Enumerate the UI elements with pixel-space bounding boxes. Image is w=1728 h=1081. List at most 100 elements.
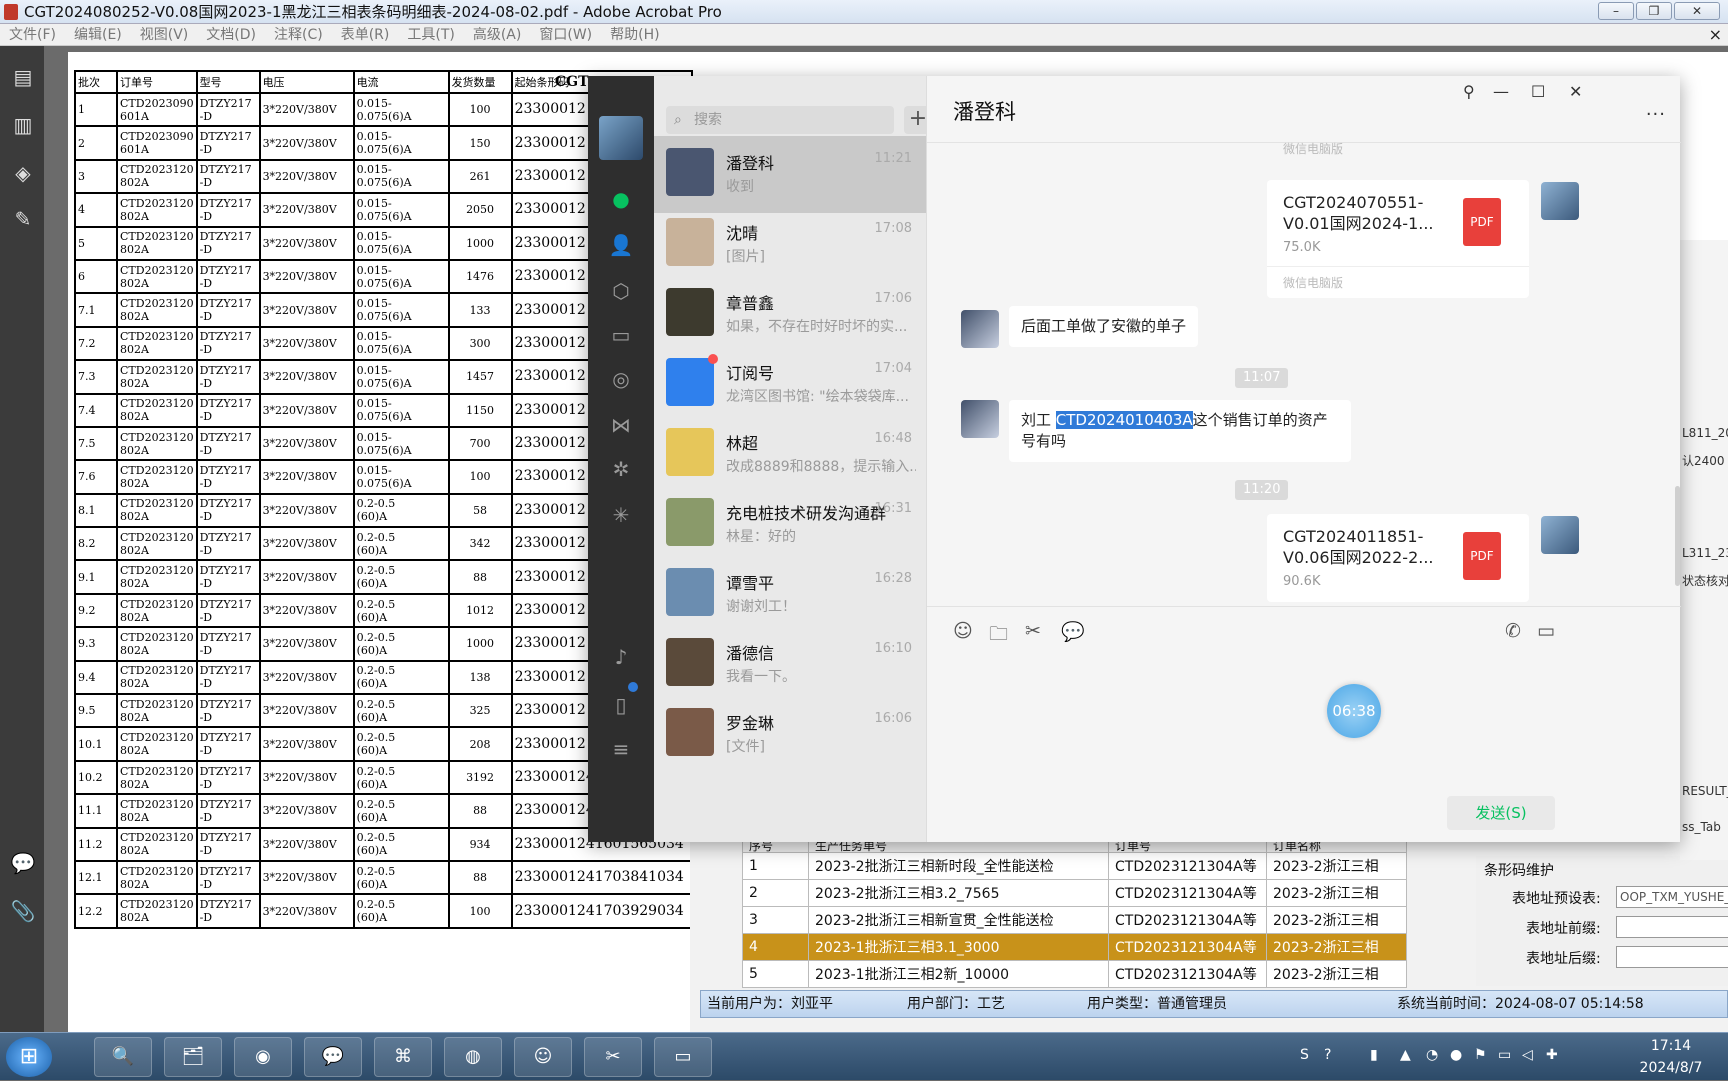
menu-view[interactable]: 视图(V)	[131, 24, 198, 46]
my-avatar[interactable]	[599, 116, 643, 160]
user-app-icon[interactable]: ☺	[514, 1037, 572, 1077]
table-row[interactable]: 4 2023-1批浙江三相3.1_3000 CTD2023121304A等 2023-…	[742, 933, 1407, 961]
taskbar: ⊞ 🔍 🗂 ◉ 💬 ⌘ ◍ ☺ ✂ ▭ S ? ▮ ▲ ◔ ● ⚑ ▭ ◁ ✚ …	[0, 1032, 1728, 1080]
wechat-taskbar-icon[interactable]: 💬	[304, 1037, 362, 1077]
menu-document[interactable]: 文档(D)	[197, 24, 265, 46]
table-row[interactable]: 2 2023-2批浙江三相3.2_7565 CTD2023121304A等 2023-…	[742, 879, 1407, 907]
clock[interactable]: 17:14 2024/8/7	[1626, 1035, 1716, 1079]
risesun-app-icon[interactable]: ◍	[444, 1037, 502, 1077]
cell-quantity: 261	[447, 158, 513, 195]
chat-history-icon[interactable]: 💬	[1061, 620, 1085, 643]
conversation-item[interactable]: 沈晴 17:08 [图片]	[654, 206, 926, 283]
minimize-button[interactable]: –	[1598, 2, 1634, 20]
wc-minimize-button[interactable]: —	[1493, 82, 1509, 101]
conversation-item[interactable]: 潘登科 11:21 收到	[654, 136, 926, 213]
battery-icon[interactable]: ▮	[1370, 1047, 1378, 1063]
menu-advanced[interactable]: 高级(A)	[464, 24, 531, 46]
my-avatar[interactable]	[1541, 182, 1579, 220]
file-card[interactable]: CGT2024070551-V0.01国网2024-1... 75.0K PDF…	[1267, 180, 1529, 298]
menu-tools[interactable]: 工具(T)	[398, 24, 463, 46]
conversation-item[interactable]: 谭雪平 16:28 谢谢刘工！	[654, 556, 926, 633]
chrome-icon[interactable]: ◉	[234, 1037, 292, 1077]
start-button[interactable]: ⊞	[6, 1037, 52, 1077]
phone-badge	[628, 682, 638, 692]
voice-call-icon[interactable]: ✆	[1505, 620, 1521, 642]
cell-model: DTZY217 -D	[195, 459, 261, 495]
chats-icon[interactable]: ●	[608, 186, 634, 212]
maximize-button[interactable]: ❐	[1636, 2, 1672, 20]
table-row[interactable]: 3 2023-2批浙江三相新宣贯_全性能送检 CTD2023121304A等 2023…	[742, 906, 1407, 934]
update-icon[interactable]: ✚	[1546, 1047, 1558, 1063]
conversation-item[interactable]: 充电桩技术研发沟通群 16:31 林星：好的	[654, 486, 926, 563]
volume-icon[interactable]: ◁	[1522, 1047, 1533, 1063]
cell-model: DTZY217 -D	[195, 726, 261, 762]
layers-icon[interactable]: ◈	[10, 160, 36, 186]
network-icon[interactable]: ◔	[1426, 1047, 1438, 1063]
menu-file[interactable]: 文件(F)	[0, 24, 65, 46]
cell-model: DTZY217 -D	[195, 859, 261, 896]
recording-timer[interactable]: 06:38	[1327, 684, 1381, 738]
send-button[interactable]: 发送(S)	[1447, 796, 1555, 830]
menu-window[interactable]: 窗口(W)	[530, 24, 601, 46]
table-row[interactable]: 5 2023-1批浙江三相2新_10000 CTD2023121304A等 2023-…	[742, 960, 1407, 988]
doc-close-icon[interactable]: ×	[1709, 24, 1722, 46]
suffix-input[interactable]	[1616, 946, 1728, 968]
menu-forms[interactable]: 表单(R)	[332, 24, 399, 46]
search-feature-icon[interactable]: ✲	[608, 456, 634, 482]
menu-icon[interactable]: ≡	[608, 736, 634, 762]
conversation-item[interactable]: 潘德信 16:10 我看一下。	[654, 626, 926, 703]
emoji-icon[interactable]: ☺	[953, 620, 973, 642]
chat-app-icon[interactable]: ▭	[654, 1037, 712, 1077]
games-icon[interactable]: ✳	[608, 502, 634, 528]
pin-icon[interactable]: ⚲	[1463, 82, 1475, 101]
pages-icon[interactable]: ▤	[10, 64, 36, 90]
search-input[interactable]: ⌕ 搜索	[666, 106, 894, 134]
wechat-tray-icon[interactable]: ●	[1450, 1047, 1462, 1063]
cell-batch: 9.5	[74, 693, 118, 729]
chat-scrollbar[interactable]	[1675, 486, 1680, 586]
conversation-item[interactable]: 罗金琳 16:06 [文件]	[654, 696, 926, 773]
cell-order: CTD2023090 601A	[116, 91, 198, 128]
table-row[interactable]: 1 2023-2批浙江三相新时段_全性能送检 CTD2023121304A等 2023…	[742, 852, 1407, 880]
bookmarks-icon[interactable]: ▥	[10, 112, 36, 138]
search-app-icon[interactable]: 🔍	[94, 1037, 152, 1077]
moments-icon[interactable]: ◎	[608, 366, 634, 392]
input-method-icon[interactable]: S	[1300, 1047, 1309, 1063]
music-icon[interactable]: ♪	[608, 644, 634, 670]
show-hidden-icon[interactable]: ▲	[1400, 1047, 1411, 1063]
mini-program-icon[interactable]: ⬡	[608, 278, 634, 304]
channels-icon[interactable]: ⋈	[608, 412, 634, 438]
conversation-item[interactable]: 林超 16:48 改成8889和8888，提示输入...	[654, 416, 926, 493]
attachments-icon[interactable]: 📎	[10, 898, 36, 924]
help-icon[interactable]: ?	[1324, 1047, 1331, 1063]
comments-icon[interactable]: 💬	[10, 850, 36, 876]
phone-icon[interactable]: ▯	[608, 692, 634, 718]
tools-app-icon[interactable]: ✂	[584, 1037, 642, 1077]
files-icon[interactable]: ▭	[608, 322, 634, 348]
conversation-item[interactable]: 订阅号 17:04 龙湾区图书馆: "绘本袋袋库...	[654, 346, 926, 423]
folder-icon[interactable]: 🗀	[989, 620, 1008, 652]
menu-comments[interactable]: 注释(C)	[265, 24, 332, 46]
wc-maximize-button[interactable]: ☐	[1531, 82, 1545, 101]
my-avatar[interactable]	[1541, 516, 1579, 554]
close-button[interactable]: ✕	[1674, 2, 1720, 20]
cell-quantity: 100	[447, 91, 513, 128]
more-button[interactable]: ···	[1646, 104, 1666, 125]
acrobat-taskbar-icon[interactable]: ⌘	[374, 1037, 432, 1077]
menu-help[interactable]: 帮助(H)	[601, 24, 668, 46]
screenshot-icon[interactable]: ✂	[1025, 620, 1041, 642]
menu-edit[interactable]: 编辑(E)	[65, 24, 131, 46]
video-call-icon[interactable]: ▭	[1537, 620, 1555, 642]
wc-close-button[interactable]: ✕	[1569, 82, 1582, 101]
conversation-item[interactable]: 章普鑫 17:06 如果，不存在时好时坏的实...	[654, 276, 926, 353]
contact-avatar[interactable]	[961, 310, 999, 348]
display-icon[interactable]: ▭	[1498, 1047, 1511, 1063]
preset-input[interactable]: OOP_TXM_YUSHE_T	[1616, 886, 1728, 908]
explorer-icon[interactable]: 🗂	[164, 1037, 222, 1077]
contacts-icon[interactable]: 👤	[608, 232, 634, 258]
prefix-input[interactable]	[1616, 916, 1728, 938]
signatures-icon[interactable]: ✎	[10, 206, 36, 232]
flag-icon[interactable]: ⚑	[1474, 1047, 1487, 1063]
contact-avatar[interactable]	[961, 400, 999, 438]
file-card[interactable]: CGT2024011851-V0.06国网2022-2... 90.6K PDF	[1267, 514, 1529, 602]
